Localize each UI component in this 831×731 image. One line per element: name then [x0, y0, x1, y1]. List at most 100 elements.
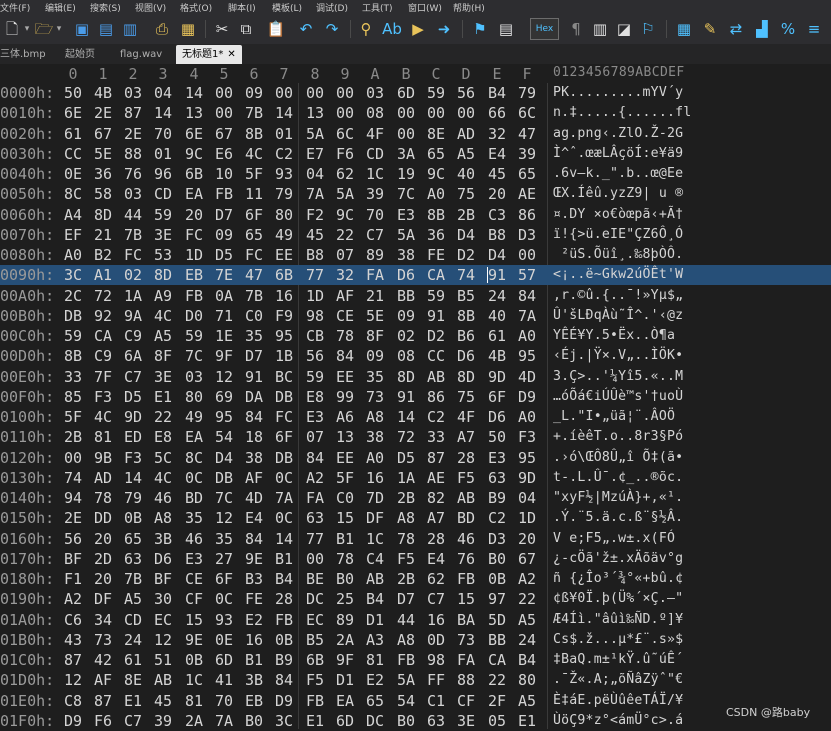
ascii-text[interactable]: ¿-cÖã'ž±.xÄõäv°g — [553, 549, 683, 569]
undo-icon[interactable]: ↶ — [296, 19, 316, 39]
hex-byte[interactable]: D2 — [424, 326, 448, 346]
hex-byte[interactable]: F2 — [303, 205, 327, 225]
hex-byte[interactable]: 22 — [151, 407, 175, 427]
hex-byte[interactable]: 4F — [363, 124, 387, 144]
hex-byte[interactable]: 04 — [515, 488, 539, 508]
ascii-text[interactable]: +.íèêT.o..8r3§Pó — [553, 427, 683, 447]
hex-byte[interactable]: E4 — [242, 508, 266, 528]
hex-byte[interactable]: FE — [424, 245, 448, 265]
bookmark-list-icon[interactable]: ▤ — [496, 19, 516, 39]
hex-byte[interactable]: 0D — [424, 630, 448, 650]
hex-byte[interactable]: FE — [242, 589, 266, 609]
hex-byte[interactable]: EA — [182, 427, 206, 447]
hex-byte[interactable]: B9 — [272, 650, 296, 670]
hex-byte[interactable]: 08 — [394, 346, 418, 366]
hex-byte[interactable]: 2B — [454, 205, 478, 225]
hex-byte[interactable]: 20 — [485, 184, 509, 204]
hex-byte[interactable]: 59 — [303, 367, 327, 387]
hex-byte[interactable]: 88 — [454, 670, 478, 690]
hex-row[interactable]: 00E0h: 33 7F C7 3E 03 12 91 BC 59 EE 35 8D AB 8D 9D 4D 3.… — [0, 367, 831, 387]
hex-byte[interactable]: D2 — [454, 245, 478, 265]
hex-byte[interactable]: C2 — [272, 144, 296, 164]
hex-byte[interactable]: 70 — [151, 124, 175, 144]
hex-byte[interactable]: 2B — [394, 488, 418, 508]
hex-byte[interactable]: 04 — [151, 83, 175, 103]
hex-byte[interactable]: CE — [182, 569, 206, 589]
hex-byte[interactable]: CA — [424, 265, 448, 285]
hex-byte[interactable]: CF — [454, 691, 478, 711]
hex-byte[interactable]: 00 — [333, 83, 357, 103]
hex-byte[interactable]: B4 — [272, 569, 296, 589]
hex-row[interactable]: 00B0h: DB 92 9A 4C D0 71 C0 F9 98 CE 5E 09 91 8B 40 7A Û'… — [0, 306, 831, 326]
hex-byte[interactable]: 66 — [485, 103, 509, 123]
hex-byte[interactable]: 95 — [515, 346, 539, 366]
hex-byte[interactable]: 65 — [363, 691, 387, 711]
hex-byte[interactable]: 4B — [485, 346, 509, 366]
hex-byte[interactable]: FB — [212, 184, 236, 204]
hex-byte[interactable]: B5 — [303, 630, 327, 650]
hex-byte[interactable]: 32 — [333, 265, 357, 285]
hex-byte[interactable]: 81 — [182, 691, 206, 711]
hex-byte[interactable]: 4F — [454, 407, 478, 427]
tab-bmp[interactable]: 三体.bmp — [0, 47, 46, 63]
inspector-icon[interactable]: ✎ — [700, 19, 720, 39]
menu-item-7[interactable]: 调试(D) — [316, 1, 348, 14]
hex-byte[interactable]: 20 — [515, 529, 539, 549]
hex-byte[interactable]: 5C — [151, 448, 175, 468]
hex-row[interactable]: 0090h: 3C A1 02 8D EB 7E 47 6B 77 32 FA D6 CA 74 91 57 <¡… — [0, 265, 831, 286]
hex-byte[interactable]: 38 — [363, 427, 387, 447]
hex-byte[interactable]: 07 — [333, 245, 357, 265]
hex-byte[interactable]: 0C — [212, 589, 236, 609]
hex-byte[interactable]: AB — [424, 367, 448, 387]
hex-byte[interactable]: 61 — [485, 326, 509, 346]
hex-byte[interactable]: EB — [182, 265, 206, 285]
hex-editor[interactable]: 0123456789ABCDEF 0123456789ABCDEF 0000h:… — [0, 64, 831, 731]
hex-byte[interactable]: 80 — [182, 387, 206, 407]
hex-byte[interactable]: 93 — [212, 610, 236, 630]
hex-byte[interactable]: 5E — [91, 144, 115, 164]
hex-byte[interactable]: 3B — [242, 670, 266, 690]
hex-row[interactable]: 0120h: 00 9B F3 5C 8C D4 38 DB 84 EE A0 D5 87 28 E3 95 .›… — [0, 448, 831, 468]
hex-byte[interactable]: 65 — [121, 529, 145, 549]
hex-byte[interactable]: 46 — [182, 529, 206, 549]
hex-byte[interactable]: A8 — [151, 508, 175, 528]
paste-special-icon[interactable]: ▦ — [178, 19, 198, 39]
hex-row[interactable]: 0100h: 5F 4C 9D 22 49 95 84 FC E3 A6 A8 14 C2 4F D6 A0 _L… — [0, 407, 831, 427]
hex-byte[interactable]: 45 — [151, 691, 175, 711]
hex-byte[interactable]: 5A — [333, 184, 357, 204]
hex-byte[interactable]: 98 — [303, 306, 327, 326]
hex-byte[interactable]: 1C — [363, 529, 387, 549]
hex-byte[interactable]: 8F — [363, 326, 387, 346]
hex-byte[interactable]: 9E — [242, 549, 266, 569]
hex-byte[interactable]: C7 — [121, 367, 145, 387]
ascii-text[interactable]: <¡..ë~Gkw2úÖÊt'W — [553, 265, 683, 285]
hex-byte[interactable]: D9 — [515, 387, 539, 407]
redo-icon[interactable]: ↷ — [322, 19, 342, 39]
ascii-text[interactable]: ¢ß¥0Ï.þ(Ü%´×Ç.—" — [553, 589, 683, 609]
hex-byte[interactable]: 6D — [212, 650, 236, 670]
copy-icon[interactable]: ⧉ — [236, 19, 256, 39]
hex-byte[interactable]: 4B — [91, 83, 115, 103]
hex-byte[interactable]: 73 — [363, 387, 387, 407]
hex-byte[interactable]: DF — [91, 589, 115, 609]
hex-byte[interactable]: D5 — [121, 387, 145, 407]
hex-byte[interactable]: 4D — [515, 367, 539, 387]
hex-row[interactable]: 0060h: A4 8D 44 59 20 D7 6F 80 F2 9C 70 E3 8B 2B C3 86 ¤.… — [0, 205, 831, 225]
hex-byte[interactable]: F6 — [91, 711, 115, 731]
hex-byte[interactable]: 01 — [272, 124, 296, 144]
hex-byte[interactable]: 30 — [151, 589, 175, 609]
hex-byte[interactable]: 56 — [61, 529, 85, 549]
hex-byte[interactable]: 3C — [272, 711, 296, 731]
hex-byte[interactable]: 32 — [485, 124, 509, 144]
hex-byte[interactable]: 67 — [91, 124, 115, 144]
hex-byte[interactable]: 4C — [242, 144, 266, 164]
hex-byte[interactable]: 03 — [121, 83, 145, 103]
hex-byte[interactable]: 08 — [363, 103, 387, 123]
hex-byte[interactable]: A4 — [61, 205, 85, 225]
hex-byte[interactable]: 1A — [121, 286, 145, 306]
hex-byte[interactable]: 73 — [91, 630, 115, 650]
hex-byte[interactable]: 7B — [121, 225, 145, 245]
hex-byte[interactable]: D4 — [454, 225, 478, 245]
tab-untitled[interactable]: 无标题1* ✕ — [176, 45, 242, 64]
hex-byte[interactable]: 3E — [151, 225, 175, 245]
